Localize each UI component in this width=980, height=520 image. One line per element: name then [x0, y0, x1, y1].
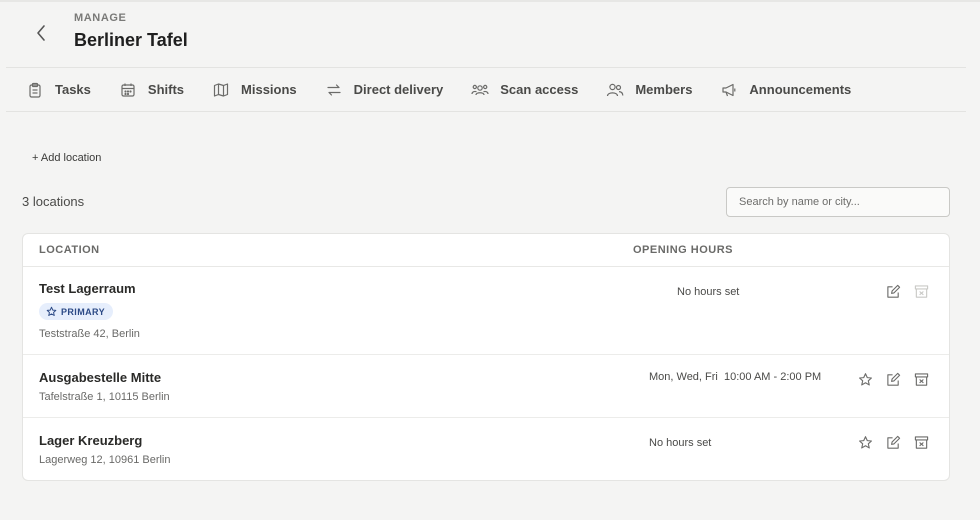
set-primary-button[interactable] — [856, 433, 874, 451]
tab-scan-access[interactable]: Scan access — [471, 68, 578, 112]
tab-shifts[interactable]: Shifts — [119, 68, 184, 112]
top-divider — [0, 0, 980, 2]
location-name: Lager Kreuzberg — [39, 433, 143, 448]
tab-label: Shifts — [147, 82, 185, 97]
edit-icon — [886, 284, 900, 298]
tab-direct-delivery[interactable]: Direct delivery — [325, 68, 444, 112]
users-icon — [606, 81, 624, 99]
megaphone-icon — [720, 81, 738, 99]
archive-icon — [914, 284, 928, 298]
location-address: Tafelstraße 1, 10115 Berlin — [39, 391, 170, 403]
archive-icon — [914, 435, 928, 449]
page-eyebrow: MANAGE — [74, 12, 127, 24]
arrows-swap-icon — [325, 81, 343, 99]
edit-icon — [886, 372, 900, 386]
edit-button[interactable] — [884, 433, 902, 451]
location-name: Test Lagerraum — [39, 281, 136, 296]
location-address: Lagerweg 12, 10961 Berlin — [39, 454, 171, 466]
location-count: 3 locations — [22, 194, 85, 209]
column-header-location: LOCATION — [39, 244, 100, 256]
edit-button[interactable] — [884, 370, 902, 388]
edit-button[interactable] — [884, 282, 902, 300]
archive-button[interactable] — [912, 433, 930, 451]
location-name: Ausgabestelle Mitte — [39, 370, 162, 385]
archive-button[interactable] — [912, 282, 930, 300]
archive-button[interactable] — [912, 370, 930, 388]
table-row[interactable]: Test Lagerraum PRIMARY Teststraße 42, Be… — [23, 267, 949, 355]
back-button[interactable] — [30, 22, 52, 44]
tab-label: Scan access — [500, 82, 579, 97]
chevron-left-icon — [37, 25, 45, 41]
archive-icon — [914, 372, 928, 386]
star-icon — [858, 435, 872, 448]
table-row[interactable]: Lager Kreuzberg Lagerweg 12, 10961 Berli… — [23, 418, 949, 480]
group-icon — [471, 81, 489, 99]
set-primary-button[interactable] — [856, 370, 874, 388]
opening-hours: Mon, Wed, Fri 10:00 AM - 2:00 PM — [649, 371, 822, 383]
add-location-button[interactable]: + Add location — [32, 152, 101, 164]
tab-announcements[interactable]: Announcements — [720, 68, 851, 112]
search-input[interactable] — [726, 187, 950, 217]
star-icon — [858, 372, 872, 385]
tab-label: Direct delivery — [353, 82, 444, 97]
column-header-opening-hours: OPENING HOURS — [633, 244, 734, 256]
calendar-icon — [119, 81, 137, 99]
page-title: Berliner Tafel — [74, 30, 188, 50]
location-address: Teststraße 42, Berlin — [39, 328, 140, 340]
edit-icon — [886, 435, 900, 449]
locations-table: LOCATION OPENING HOURS Test Lagerraum PR… — [22, 233, 950, 481]
table-row[interactable]: Ausgabestelle Mitte Tafelstraße 1, 10115… — [23, 355, 949, 418]
primary-badge: PRIMARY — [39, 303, 113, 320]
tab-label: Announcements — [749, 82, 852, 97]
tab-tasks[interactable]: Tasks — [26, 68, 91, 112]
opening-hours: No hours set — [677, 286, 740, 298]
tab-members[interactable]: Members — [606, 68, 692, 112]
tab-label: Missions — [241, 82, 297, 97]
tab-label: Members — [635, 82, 693, 97]
table-header: LOCATION OPENING HOURS — [23, 234, 949, 267]
map-icon — [212, 81, 230, 99]
star-icon — [46, 306, 57, 316]
tab-missions[interactable]: Missions — [212, 68, 297, 112]
tab-label: Tasks — [55, 82, 91, 97]
clipboard-icon — [26, 81, 44, 99]
opening-hours: No hours set — [649, 437, 712, 449]
badge-label: PRIMARY — [61, 306, 105, 317]
tab-bar: Tasks Shifts Missions Direct delivery Sc… — [6, 68, 966, 112]
